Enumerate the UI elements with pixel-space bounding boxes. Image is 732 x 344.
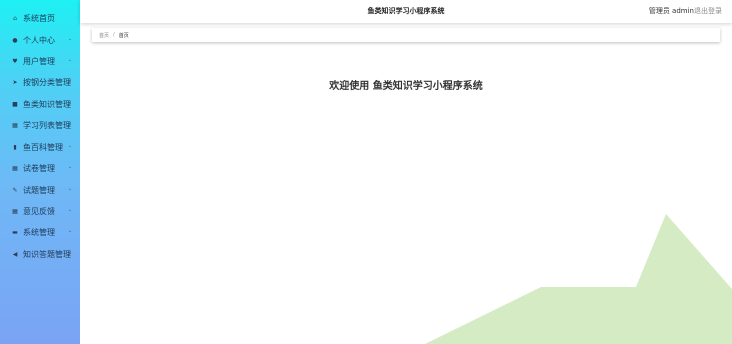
breadcrumb-separator: / [113, 32, 115, 38]
top-header: 鱼类知识学习小程序系统 管理员 admin 退出登录 [80, 0, 732, 23]
mountain-shape [425, 214, 732, 344]
welcome-heading: 欢迎使用 鱼类知识学习小程序系统 [329, 81, 483, 92]
app-title: 鱼类知识学习小程序系统 [367, 7, 445, 15]
breadcrumb: 首页 / 首页 [92, 28, 720, 42]
user-info: 管理员 admin [648, 7, 694, 15]
logout-button[interactable]: 退出登录 [694, 6, 722, 16]
breadcrumb-home[interactable]: 首页 [99, 32, 109, 39]
background-mountain [425, 214, 732, 344]
breadcrumb-current: 首页 [118, 32, 129, 39]
